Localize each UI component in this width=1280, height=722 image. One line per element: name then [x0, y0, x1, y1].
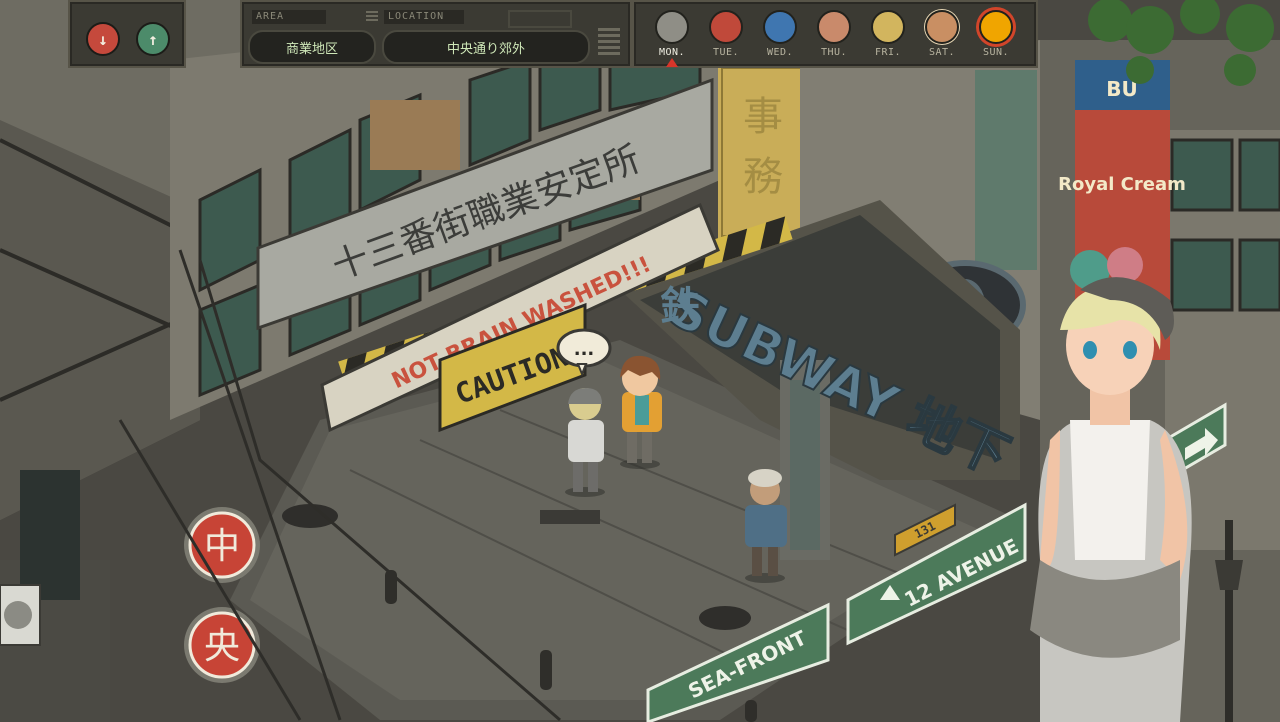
floor-up-button[interactable]: ↑ — [136, 22, 170, 56]
svg-text:事: 事 — [743, 94, 783, 140]
planet-icon — [709, 10, 743, 44]
planet-icon — [979, 10, 1013, 44]
svg-text:央: 央 — [204, 626, 240, 667]
round-sign-2: 央 — [184, 607, 260, 683]
planet-icon — [655, 10, 689, 44]
svg-text:...: ... — [574, 339, 595, 360]
arrow-up-icon: ↑ — [148, 29, 158, 49]
hud-vent-icon — [598, 28, 620, 58]
weekday-tue[interactable]: TUE. — [704, 10, 748, 60]
location-value: 中央通り郊外 — [382, 30, 590, 64]
area-value: 商業地区 — [248, 30, 376, 64]
area-tag: AREA — [252, 10, 326, 24]
weekday-mon[interactable]: MON. — [650, 10, 694, 60]
weekday-label: THU. — [820, 47, 848, 58]
weekday-wed[interactable]: WED. — [758, 10, 802, 60]
weekday-sun[interactable]: SUN. — [974, 10, 1018, 60]
shop-sign-text: Royal Cream — [1058, 174, 1186, 195]
subway-kanji: 鉄 — [660, 284, 700, 330]
weekday-label: SAT. — [928, 47, 956, 58]
weekday-label: WED. — [766, 47, 794, 58]
hud-location-panel: AREA LOCATION 商業地区 中央通り郊外 — [240, 0, 632, 68]
weekday-label: SUN. — [982, 47, 1010, 58]
planet-icon — [817, 10, 851, 44]
hud-weekday-panel: MON. TUE. WED. THU. FRI. SAT. SUN. — [632, 0, 1038, 68]
planet-icon — [871, 10, 905, 44]
location-tag: LOCATION — [384, 10, 464, 24]
hud-button-panel: ↓ ↑ — [68, 0, 186, 68]
weekday-fri[interactable]: FRI. — [866, 10, 910, 60]
svg-text:中: 中 — [204, 526, 240, 567]
weekday-thu[interactable]: THU. — [812, 10, 856, 60]
current-day-marker-icon — [666, 58, 678, 67]
weekday-sat[interactable]: SAT. — [920, 10, 964, 60]
planet-icon — [763, 10, 797, 44]
game-scene: 事 務 BU Royal Cream SUBWAY 地下 鉄 十三番街職業安定所… — [0, 0, 1280, 722]
planet-icon — [925, 10, 959, 44]
weekday-label: FRI. — [874, 47, 902, 58]
hud-slot-decor — [508, 10, 572, 28]
svg-text:務: 務 — [743, 154, 783, 200]
weekday-label: TUE. — [712, 47, 740, 58]
menu-lines-icon — [366, 11, 378, 23]
floor-down-button[interactable]: ↓ — [86, 22, 120, 56]
weekday-label: MON. — [658, 47, 686, 58]
arrow-down-icon: ↓ — [98, 29, 108, 49]
